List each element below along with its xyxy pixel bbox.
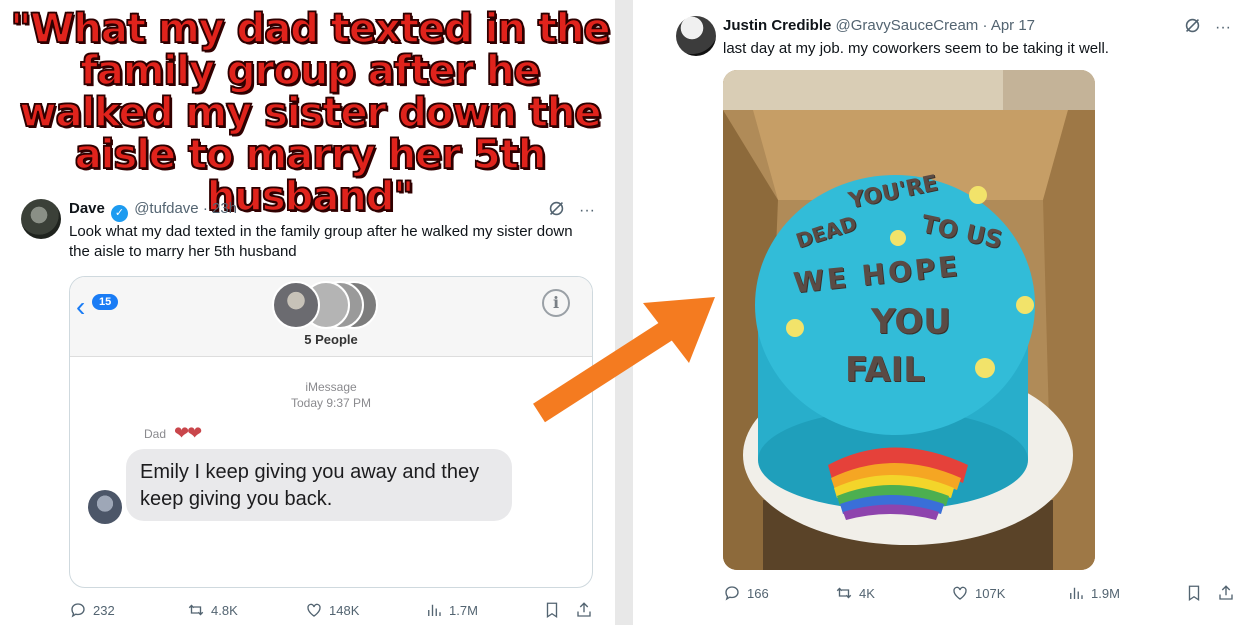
heart-icon: ❤❤ (174, 423, 202, 443)
reply-count: 232 (93, 602, 115, 618)
headline-text: "What my dad texted in the family group … (10, 6, 612, 220)
bookmark-button[interactable] (543, 601, 575, 619)
reply-count: 166 (747, 585, 769, 601)
like-button[interactable]: 148K (305, 601, 425, 619)
imessage-screenshot[interactable]: ‹ 15 5 People i iMessage Today 9:37 PM D… (69, 276, 593, 588)
views-chart-icon (428, 604, 441, 616)
retweet-count: 4.8K (211, 602, 238, 618)
sender-name: Dad (144, 427, 167, 441)
retweet-icon (188, 604, 204, 616)
like-count: 148K (329, 602, 360, 618)
heart-outline-icon (307, 603, 321, 617)
tweet-body: Look what my dad texted in the family gr… (69, 223, 573, 260)
imessage-header: ‹ 15 5 People i (70, 277, 592, 357)
reply-icon (71, 603, 85, 618)
views-button[interactable]: 1.7M (425, 601, 543, 619)
justin-avatar[interactable] (676, 16, 716, 56)
view-count: 1.7M (449, 602, 478, 618)
like-count: 107K (975, 585, 1006, 601)
like-button[interactable]: 107K (951, 584, 1067, 602)
back-chevron-icon[interactable]: ‹ (76, 291, 85, 323)
left-tweet-panel: "What my dad texted in the family group … (0, 0, 615, 625)
tweet-actions: 232 4.8K 148K 1.7M (69, 601, 593, 619)
unread-count-badge: 15 (92, 294, 119, 310)
message-meta: iMessage Today 9:37 PM (70, 379, 592, 411)
retweet-button[interactable]: 4.8K (187, 601, 305, 619)
cake-text-you: YOU (871, 302, 951, 342)
cake-text-fail: FAIL (845, 350, 925, 390)
service-label: iMessage (305, 380, 357, 394)
tweet-time[interactable]: · Apr 17 (982, 17, 1035, 34)
message-bubble: Emily I keep giving you away and they ke… (126, 449, 512, 521)
heart-outline-icon (953, 586, 967, 600)
dave-avatar[interactable] (21, 199, 61, 239)
reply-icon (725, 586, 739, 601)
views-chart-icon (1070, 587, 1083, 599)
tweet-header-actions: ··· (548, 200, 595, 222)
verified-badge-icon: ✓ (111, 205, 129, 222)
grok-icon[interactable] (548, 200, 565, 222)
retweet-button[interactable]: 4K (835, 584, 951, 602)
tweet-header: Justin Credible @GravySauceCream · Apr 1… (723, 17, 1035, 34)
tweet-actions: 166 4K 107K 1.9M (723, 584, 1235, 602)
cake-photo[interactable]: YOU'RE DEAD TO US WE HOPE YOU FAIL (723, 70, 1095, 570)
share-icon (1219, 585, 1233, 600)
author-name[interactable]: Justin Credible (723, 17, 831, 34)
share-button[interactable] (1217, 584, 1235, 602)
tweet-header: Dave ✓ @tufdave · 23h (69, 200, 237, 222)
bookmark-button[interactable] (1185, 584, 1217, 602)
share-button[interactable] (575, 601, 593, 619)
more-options-icon[interactable]: ··· (1215, 19, 1231, 37)
views-button[interactable]: 1.9M (1067, 584, 1185, 602)
message-timestamp: Today 9:37 PM (290, 396, 372, 410)
reply-button[interactable]: 232 (69, 601, 187, 619)
tweet-body: last day at my job. my coworkers seem to… (723, 40, 1109, 57)
retweet-count: 4K (859, 585, 875, 601)
reply-button[interactable]: 166 (723, 584, 835, 602)
more-options-icon[interactable]: ··· (579, 202, 595, 220)
bookmark-icon (546, 602, 558, 619)
view-count: 1.9M (1091, 585, 1120, 601)
tweet-time[interactable]: · 23h (203, 200, 237, 217)
sender-avatar (88, 490, 122, 524)
author-handle[interactable]: @tufdave (134, 200, 198, 217)
info-icon[interactable]: i (542, 289, 570, 317)
group-avatars (272, 281, 382, 329)
author-handle[interactable]: @GravySauceCream (836, 17, 979, 34)
author-name[interactable]: Dave (69, 200, 105, 217)
share-icon (577, 602, 591, 617)
grok-icon[interactable] (1184, 17, 1201, 39)
group-label: 5 People (304, 332, 358, 347)
tweet-header-actions: ··· (1184, 17, 1231, 39)
retweet-icon (836, 587, 852, 599)
bookmark-icon (1188, 585, 1200, 602)
